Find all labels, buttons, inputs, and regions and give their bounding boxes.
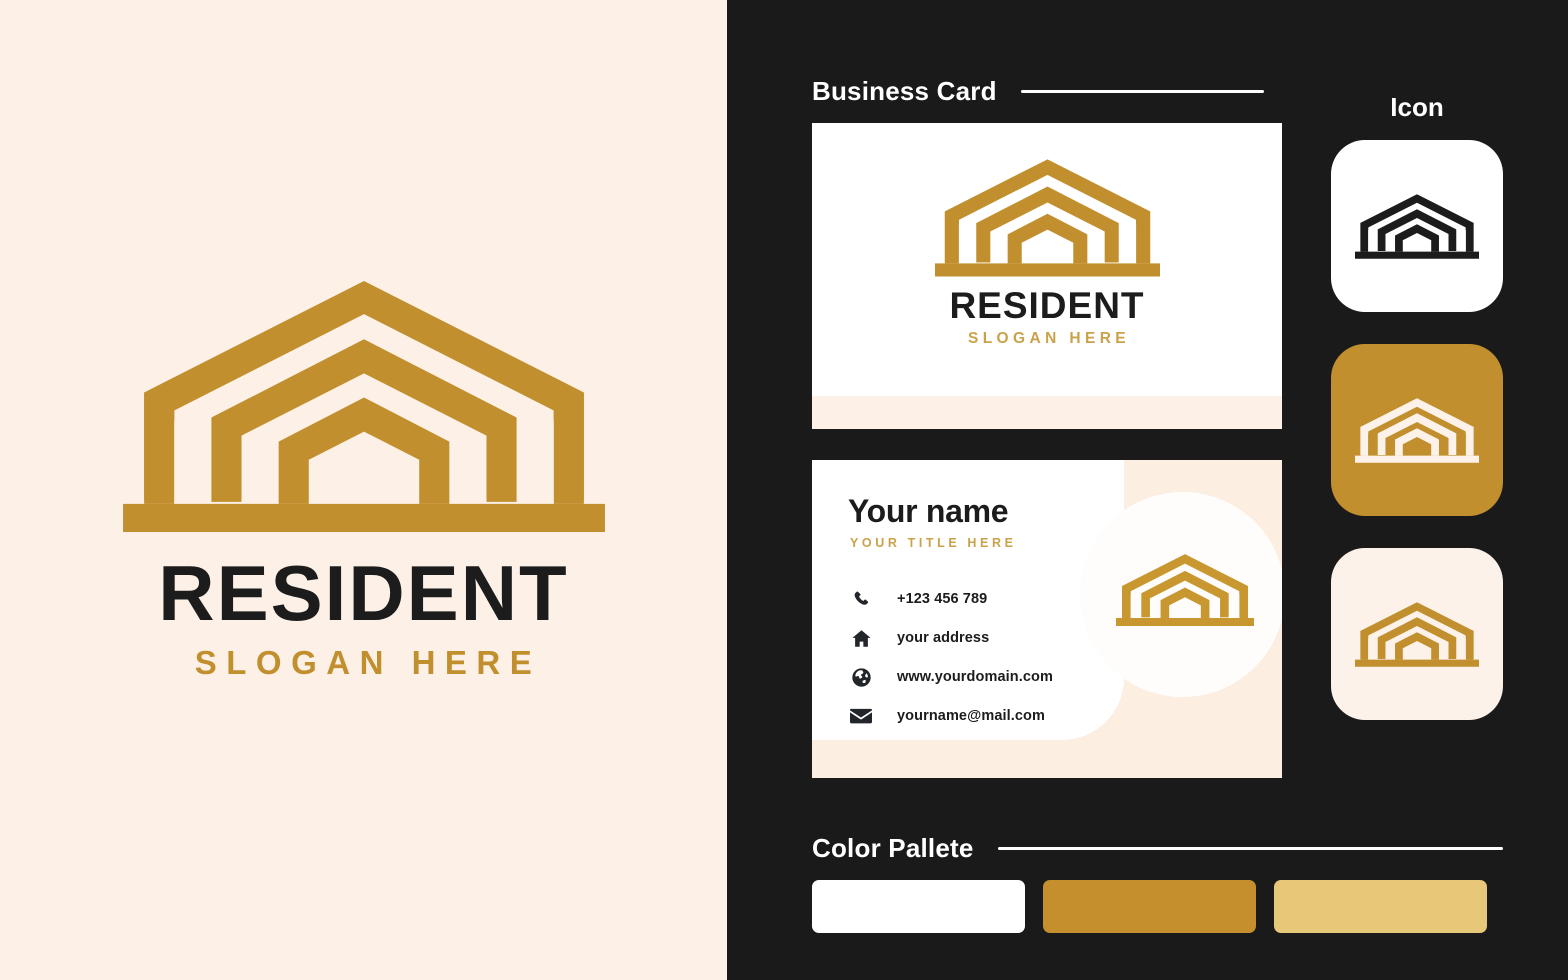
swatch-white[interactable] <box>812 880 1025 933</box>
front-card-bottom-strip <box>812 396 1282 429</box>
primary-logo-panel: RESIDENT SLOGAN HERE <box>0 0 727 980</box>
swatch-gold-light[interactable] <box>1274 880 1487 933</box>
phone-icon <box>848 588 874 610</box>
business-card-front[interactable]: RESIDENT SLOGAN HERE <box>812 123 1282 429</box>
swatch-gold[interactable] <box>1043 880 1256 933</box>
resident-building-logo-icon <box>1355 602 1479 667</box>
contact-row-website[interactable]: www.yourdomain.com <box>848 666 1053 688</box>
contact-value-email: yourname@mail.com <box>897 708 1045 724</box>
business-card-front-content: RESIDENT SLOGAN HERE <box>812 123 1282 388</box>
icon-section-title: Icon <box>1390 92 1444 122</box>
front-card-wordmark: RESIDENT <box>949 284 1145 326</box>
color-swatch-list <box>812 880 1487 933</box>
primary-logo-lockup: RESIDENT SLOGAN HERE <box>122 277 605 681</box>
primary-slogan: SLOGAN HERE <box>194 644 542 681</box>
color-palette-section-header: Color Pallete <box>812 833 1503 864</box>
resident-building-logo-icon <box>122 281 605 532</box>
business-card-section-title: Business Card <box>812 76 997 106</box>
back-card-title: YOUR TITLE HERE <box>850 536 1017 550</box>
brand-mockup-panel: Business Card Icon RESIDENT SLOGAN HERE … <box>727 0 1568 980</box>
contact-value-address: your address <box>897 630 990 646</box>
resident-building-logo-icon <box>1355 194 1479 259</box>
color-palette-header-rule <box>997 847 1503 850</box>
back-card-contact-list: +123 456 789 your address www.yourdomain… <box>848 588 1053 727</box>
color-palette-section-title: Color Pallete <box>812 833 974 863</box>
icon-tile-cream[interactable] <box>1331 548 1503 720</box>
globe-icon <box>848 666 874 688</box>
contact-row-email[interactable]: yourname@mail.com <box>848 705 1053 727</box>
resident-building-logo-icon <box>1355 398 1479 463</box>
resident-building-logo-icon <box>934 159 1160 277</box>
resident-building-logo-icon <box>1116 554 1254 627</box>
primary-wordmark: RESIDENT <box>158 549 569 637</box>
back-card-name: Your name <box>848 493 1009 529</box>
contact-row-phone[interactable]: +123 456 789 <box>848 588 1053 610</box>
home-icon <box>848 627 874 649</box>
contact-value-website: www.yourdomain.com <box>897 669 1053 685</box>
contact-value-phone: +123 456 789 <box>897 591 988 607</box>
contact-row-address[interactable]: your address <box>848 627 1053 649</box>
icon-tile-light[interactable] <box>1331 140 1503 312</box>
icon-tile-gold[interactable] <box>1331 344 1503 516</box>
business-card-back[interactable]: Your name YOUR TITLE HERE +123 456 789 y… <box>812 460 1282 778</box>
business-card-section-header: Business Card <box>812 76 1264 107</box>
business-card-header-rule <box>1020 90 1264 93</box>
envelope-icon <box>848 705 874 727</box>
front-card-slogan: SLOGAN HERE <box>967 329 1131 347</box>
